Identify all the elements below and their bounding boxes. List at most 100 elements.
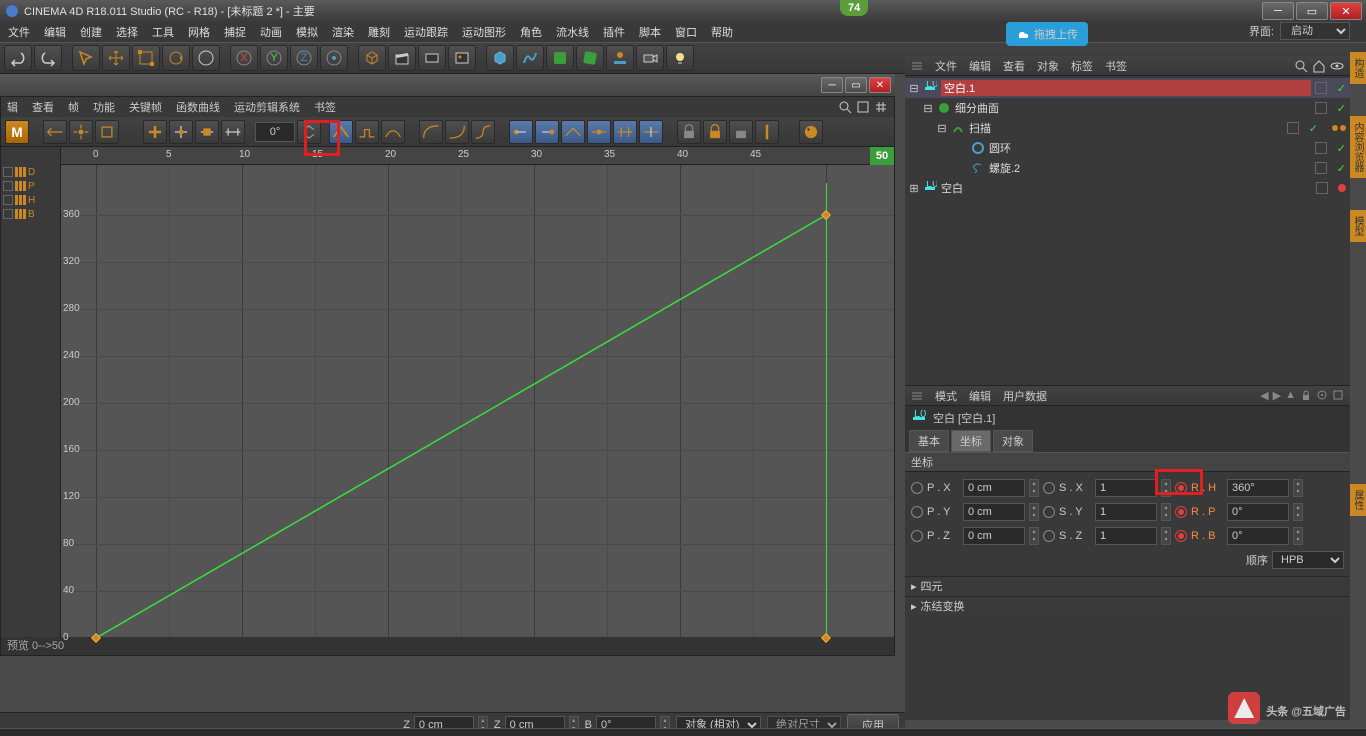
tree-row-subdiv[interactable]: ⊟ 细分曲面 ✓ [905, 98, 1350, 118]
tangent-linear[interactable] [329, 120, 353, 144]
menu-script[interactable]: 脚本 [639, 24, 661, 40]
menu-simulate[interactable]: 模拟 [296, 24, 318, 40]
sub-maximize[interactable]: ▭ [845, 77, 867, 93]
break-tangent[interactable] [561, 120, 585, 144]
menu-character[interactable]: 角色 [520, 24, 542, 40]
menu-render[interactable]: 渲染 [332, 24, 354, 40]
menu-window[interactable]: 窗口 [675, 24, 697, 40]
side-tab-1[interactable]: 构造 [1350, 52, 1366, 84]
menu-tools[interactable]: 工具 [152, 24, 174, 40]
tab-coord[interactable]: 坐标 [951, 430, 991, 452]
add-deformer[interactable] [576, 45, 604, 71]
sx-anim-dot[interactable] [1043, 482, 1055, 494]
clamp-tangent[interactable] [613, 120, 637, 144]
end-frame-marker[interactable]: 50 [870, 147, 894, 165]
scale-key[interactable] [221, 120, 245, 144]
add-camera[interactable] [636, 45, 664, 71]
menu-select[interactable]: 选择 [116, 24, 138, 40]
px-input[interactable] [963, 479, 1025, 497]
sx-spinner[interactable]: ▴▾ [1161, 479, 1171, 497]
angle-spinner[interactable] [297, 120, 321, 144]
rh-anim-dot[interactable] [1175, 482, 1187, 494]
axis-z-button[interactable]: Z [290, 45, 318, 71]
snap-key[interactable] [169, 120, 193, 144]
new-window-icon[interactable] [1332, 389, 1344, 401]
am-menu-mode[interactable]: 模式 [935, 388, 957, 404]
menu-pipeline[interactable]: 流水线 [556, 24, 589, 40]
lock-tangent[interactable] [755, 120, 779, 144]
eye-icon[interactable] [1330, 59, 1344, 73]
fc-menu-edit[interactable]: 辑 [7, 99, 18, 115]
fc-menu-frame[interactable]: 帧 [68, 99, 79, 115]
select-tool[interactable] [72, 45, 100, 71]
am-menu-edit[interactable]: 编辑 [969, 388, 991, 404]
object-tree[interactable]: ⊟ L0 空白.1 ✓ ⊟ 细分曲面 ✓ ⊟ 扫描 ✓ 圆环 ✓ [905, 76, 1350, 385]
fc-menu-view[interactable]: 查看 [32, 99, 54, 115]
tree-row-circle[interactable]: 圆环 ✓ [905, 138, 1350, 158]
px-spinner[interactable]: ▴▾ [1029, 479, 1039, 497]
zero-angle[interactable] [639, 120, 663, 144]
show-tangent-1[interactable] [509, 120, 533, 144]
sz-input[interactable] [1095, 527, 1157, 545]
fcurve-line[interactable] [61, 165, 894, 637]
scale-tool[interactable] [132, 45, 160, 71]
order-select[interactable]: HPB [1272, 551, 1344, 569]
add-light[interactable] [666, 45, 694, 71]
expand-icon[interactable]: ⊟ [909, 82, 919, 95]
search-icon[interactable] [1294, 59, 1308, 73]
tangent-step[interactable] [355, 120, 379, 144]
maximize-button[interactable]: ▭ [1296, 2, 1328, 20]
menu-animate[interactable]: 动画 [260, 24, 282, 40]
menu-snap[interactable]: 捕捉 [224, 24, 246, 40]
menu-tracker[interactable]: 运动跟踪 [404, 24, 448, 40]
coord-system-button[interactable] [320, 45, 348, 71]
notification-badge[interactable]: 74 [840, 0, 868, 16]
menu-file[interactable]: 文件 [8, 24, 30, 40]
add-key[interactable] [143, 120, 167, 144]
rh-input[interactable] [1227, 479, 1289, 497]
tab-basic[interactable]: 基本 [909, 430, 949, 452]
upload-button[interactable]: 拖拽上传 [1006, 22, 1088, 46]
fc-menu-keyframe[interactable]: 关键帧 [129, 99, 162, 115]
paint-tool[interactable] [799, 120, 823, 144]
nav-fwd-icon[interactable]: ▶ [1273, 389, 1281, 402]
render-settings[interactable] [418, 45, 446, 71]
lock-value[interactable] [703, 120, 727, 144]
graph-canvas[interactable]: 0 5 10 15 20 25 30 35 40 45 50 360 320 2… [61, 147, 894, 637]
tree-row-null2[interactable]: ⊞ L0 空白 [905, 178, 1350, 198]
lock-icon[interactable] [1300, 389, 1312, 401]
home-icon[interactable] [1312, 59, 1326, 73]
section-freeze[interactable]: ▸冻结变换 [905, 596, 1350, 616]
clapboard-icon[interactable] [388, 45, 416, 71]
side-tab-4[interactable]: 属性 [1350, 484, 1366, 516]
sy-input[interactable] [1095, 503, 1157, 521]
frame-all-icon[interactable] [856, 100, 870, 114]
sx-input[interactable] [1095, 479, 1157, 497]
rb-input[interactable] [1227, 527, 1289, 545]
minimize-button[interactable]: ─ [1262, 2, 1294, 20]
search-icon[interactable] [838, 100, 852, 114]
menu-create[interactable]: 创建 [80, 24, 102, 40]
section-quaternion[interactable]: ▸四元 [905, 576, 1350, 596]
side-tab-2[interactable]: 内容浏览器 [1350, 116, 1366, 178]
fc-menu-function[interactable]: 功能 [93, 99, 115, 115]
fc-menu-fcurve[interactable]: 函数曲线 [176, 99, 220, 115]
ease-in[interactable] [419, 120, 443, 144]
om-menu-edit[interactable]: 编辑 [969, 58, 991, 74]
axis-x-button[interactable]: X [230, 45, 258, 71]
add-environment[interactable] [606, 45, 634, 71]
menu-mesh[interactable]: 网格 [188, 24, 210, 40]
ease-out[interactable] [445, 120, 469, 144]
unify-tangent[interactable] [587, 120, 611, 144]
menu-plugins[interactable]: 插件 [603, 24, 625, 40]
fc-menu-motionclip[interactable]: 运动剪辑系统 [234, 99, 300, 115]
tangent-smooth[interactable] [381, 120, 405, 144]
auto-key[interactable] [43, 120, 67, 144]
move-tool[interactable] [102, 45, 130, 71]
redo-button[interactable] [34, 45, 62, 71]
show-tangent-2[interactable] [535, 120, 559, 144]
add-generator[interactable] [546, 45, 574, 71]
undo-button[interactable] [4, 45, 32, 71]
mode-dopesheet[interactable]: M [5, 120, 29, 144]
angle-input[interactable] [255, 122, 295, 142]
